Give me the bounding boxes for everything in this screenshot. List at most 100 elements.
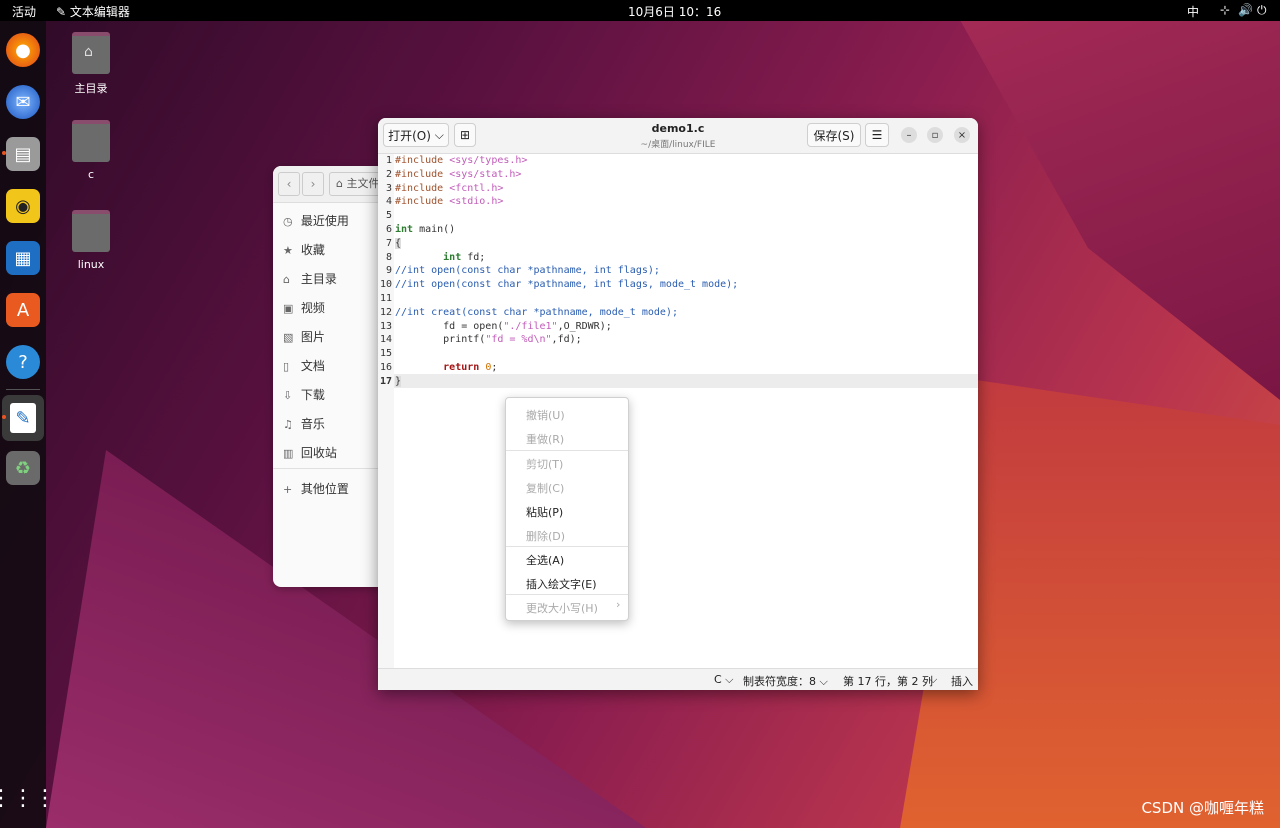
sidebar-item-label: 收藏 xyxy=(300,243,325,257)
dock-separator xyxy=(6,389,40,390)
open-button[interactable]: 打开(O) ⌵ xyxy=(383,123,449,147)
line-number: 6 xyxy=(385,224,392,235)
menu-item-cut[interactable]: 剪切(T) xyxy=(526,456,563,472)
line-number: 13 xyxy=(379,321,392,332)
sidebar-item-videos[interactable]: ▣ 视频 xyxy=(283,299,325,316)
menu-item-copy[interactable]: 复制(C) xyxy=(526,480,564,496)
desktop-icon-home[interactable]: ⌂ 主目录 xyxy=(56,32,126,96)
files-icon[interactable]: ▤ xyxy=(6,137,40,171)
code-line: return 0; xyxy=(395,362,498,373)
code-line: //int open(const char *pathname, int fla… xyxy=(395,265,660,276)
main-menu-button[interactable]: ☰ xyxy=(865,123,889,147)
sidebar-item-label: 图片 xyxy=(300,330,325,344)
code-line: //int creat(const char *pathname, mode_t… xyxy=(395,307,678,318)
sidebar-item-music[interactable]: ♫ 音乐 xyxy=(283,415,325,432)
help-icon[interactable]: ? xyxy=(6,345,40,379)
new-document-button[interactable]: ⊞ xyxy=(454,123,476,147)
language-selector[interactable]: C ⌵ xyxy=(714,673,734,687)
video-icon: ▣ xyxy=(283,302,294,315)
plus-icon: + xyxy=(283,483,293,496)
back-button[interactable]: ‹ xyxy=(278,172,300,196)
trash-icon[interactable]: ♻ xyxy=(6,451,40,485)
sidebar-item-recent[interactable]: ◷ 最近使用 xyxy=(283,212,349,229)
desktop-icon-label: 主目录 xyxy=(74,82,108,95)
trash-icon: ▥ xyxy=(283,447,294,460)
sidebar-item-home[interactable]: ⌂ 主目录 xyxy=(283,270,337,287)
line-number: 11 xyxy=(379,293,392,304)
sidebar-item-pictures[interactable]: ▧ 图片 xyxy=(283,328,325,345)
firefox-icon[interactable]: ● xyxy=(6,33,40,67)
code-line: fd = open("./file1",O_RDWR); xyxy=(395,321,612,332)
input-method-indicator[interactable]: 中 xyxy=(1187,3,1199,20)
sidebar-item-documents[interactable]: ▯ 文档 xyxy=(283,357,325,374)
line-number: 12 xyxy=(379,307,392,318)
line-number: 9 xyxy=(385,265,392,276)
text-editor-launcher[interactable]: ✎ xyxy=(2,395,44,441)
show-apps-icon[interactable]: ⋮⋮⋮ xyxy=(0,781,56,815)
menu-item-redo[interactable]: 重做(R) xyxy=(526,431,564,447)
libreoffice-writer-icon[interactable]: ▦ xyxy=(6,241,40,275)
download-icon: ⇩ xyxy=(283,389,293,402)
desktop-icon-label: c xyxy=(87,168,95,181)
maximize-button[interactable]: ▫ xyxy=(927,127,943,143)
sidebar-item-label: 回收站 xyxy=(300,446,337,460)
menu-item-change-case[interactable]: 更改大小写(H) xyxy=(526,600,598,616)
cursor-position[interactable]: 第 17 行，第 2 列 xyxy=(843,673,933,689)
line-number: 8 xyxy=(385,252,392,263)
music-icon: ♫ xyxy=(283,418,293,431)
forward-button[interactable]: › xyxy=(302,172,324,196)
text-editor-icon: ✎ xyxy=(10,403,36,433)
sidebar-item-trash[interactable]: ▥ 回收站 xyxy=(283,444,337,461)
network-icon[interactable]: ⊹ xyxy=(1220,3,1230,17)
context-menu: 撤销(U) 重做(R) 剪切(T) 复制(C) 粘贴(P) 删除(D) 全选(A… xyxy=(505,397,629,621)
thunderbird-icon[interactable]: ✉ xyxy=(6,85,40,119)
chevron-down-icon: ⌵ xyxy=(434,127,444,142)
file-manager-header: ‹ › ⌂ 主文件 xyxy=(273,166,393,203)
insert-mode-indicator: 插入 xyxy=(951,675,973,688)
line-number: 15 xyxy=(379,348,392,359)
image-icon: ▧ xyxy=(283,331,294,344)
code-line: printf("fd = %d\n",fd); xyxy=(395,334,582,345)
hamburger-icon: ☰ xyxy=(871,128,883,142)
menu-item-delete[interactable]: 删除(D) xyxy=(526,528,565,544)
sidebar-item-starred[interactable]: ★ 收藏 xyxy=(283,241,325,258)
text-editor-window: 打开(O) ⌵ ⊞ demo1.c ~/桌面/linux/FILE 保存(S) … xyxy=(378,118,978,690)
sidebar-item-downloads[interactable]: ⇩ 下载 xyxy=(283,386,325,403)
line-number: 16 xyxy=(379,362,392,373)
menu-item-select-all[interactable]: 全选(A) xyxy=(526,552,564,568)
editor-headerbar: 打开(O) ⌵ ⊞ demo1.c ~/桌面/linux/FILE 保存(S) … xyxy=(378,118,978,154)
minimize-button[interactable]: – xyxy=(901,127,917,143)
sidebar-item-label: 文档 xyxy=(300,359,325,373)
document-icon: ▯ xyxy=(283,360,290,373)
sidebar-divider xyxy=(273,468,393,469)
line-number: 4 xyxy=(385,196,392,207)
maximize-icon: ▫ xyxy=(931,129,939,141)
volume-icon[interactable]: 🔊 xyxy=(1238,3,1253,17)
menu-item-undo[interactable]: 撤销(U) xyxy=(526,407,565,423)
desktop-icon-c[interactable]: c xyxy=(56,120,126,181)
sidebar-item-label: 最近使用 xyxy=(300,214,349,228)
desktop-icon-label: linux xyxy=(77,258,105,271)
clock[interactable]: 10月6日 10：16 xyxy=(628,3,721,20)
close-button[interactable]: × xyxy=(954,127,970,143)
menu-separator xyxy=(506,546,628,547)
watermark: CSDN @咖喱年糕 xyxy=(1141,799,1264,817)
desktop-icon-linux[interactable]: linux xyxy=(56,210,126,271)
activities-button[interactable]: 活动 xyxy=(12,3,36,20)
sidebar-item-other-locations[interactable]: + 其他位置 xyxy=(283,480,349,497)
position-dropdown[interactable]: ⌵ xyxy=(929,673,937,687)
app-center-icon[interactable]: A xyxy=(6,293,40,327)
sidebar-item-label: 其他位置 xyxy=(300,482,349,496)
code-line: } xyxy=(395,376,402,387)
close-icon: × xyxy=(957,129,967,141)
line-number: 5 xyxy=(385,210,392,221)
menu-item-paste[interactable]: 粘贴(P) xyxy=(526,504,563,520)
power-icon[interactable]: ⏻ xyxy=(1257,3,1267,18)
save-button[interactable]: 保存(S) xyxy=(807,123,861,147)
tab-width-selector[interactable]: 制表符宽度：8 ⌵ xyxy=(743,673,828,689)
text-editor-icon: ✎ xyxy=(56,5,67,19)
menu-item-insert-emoji[interactable]: 插入绘文字(E) xyxy=(526,576,597,592)
new-document-icon: ⊞ xyxy=(459,128,471,142)
app-menu[interactable]: ✎ 文本编辑器 xyxy=(56,3,130,20)
rhythmbox-icon[interactable]: ◉ xyxy=(6,189,40,223)
